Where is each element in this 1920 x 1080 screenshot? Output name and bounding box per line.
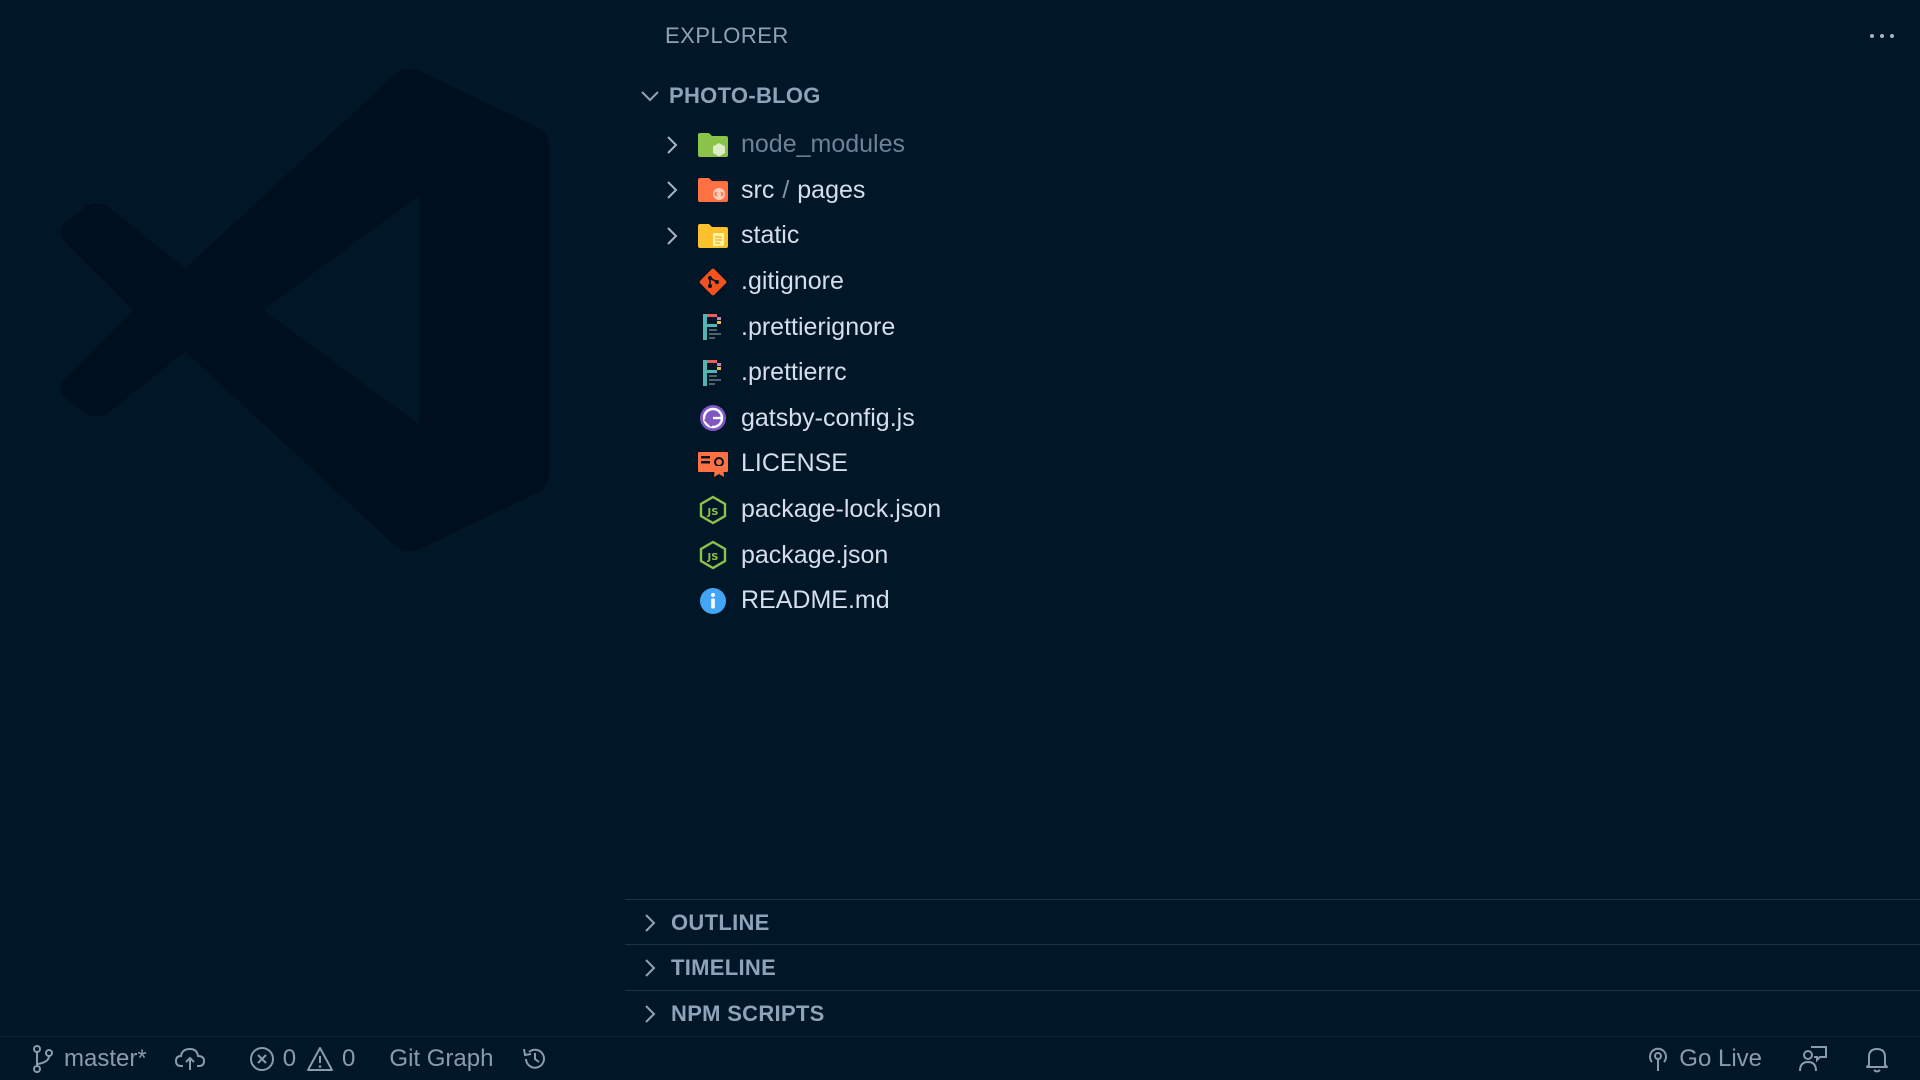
tree-item-readme[interactable]: README.md bbox=[625, 578, 1525, 624]
chevron-right-icon bbox=[657, 175, 687, 205]
tree-item-prettierignore[interactable]: .prettierignore bbox=[625, 304, 1525, 350]
outline-section-header[interactable]: OUTLINE bbox=[625, 899, 1920, 945]
chevron-right-icon bbox=[635, 908, 665, 938]
chevron-right-icon bbox=[657, 130, 687, 160]
tree-item-label: README.md bbox=[741, 586, 890, 615]
tree-item-label: .prettierignore bbox=[741, 312, 896, 341]
svg-text:JS: JS bbox=[707, 507, 719, 518]
timeline-section-header[interactable]: TIMELINE bbox=[625, 944, 1920, 990]
chevron-down-icon bbox=[635, 81, 665, 111]
timeline-section-label: TIMELINE bbox=[671, 954, 777, 980]
npm-scripts-section-label: NPM SCRIPTS bbox=[671, 1000, 825, 1026]
cloud-upload-icon bbox=[174, 1047, 205, 1070]
tree-item-label: gatsby-config.js bbox=[741, 403, 915, 432]
info-icon bbox=[697, 585, 729, 617]
git-icon bbox=[697, 266, 729, 298]
tree-item-label: src / pages bbox=[741, 176, 865, 205]
workspace-root-folder[interactable]: PHOTO-BLOG bbox=[635, 78, 1235, 114]
src-folder-icon bbox=[697, 174, 729, 206]
chevron-right-icon bbox=[657, 221, 687, 251]
chevron-right-icon bbox=[635, 999, 665, 1029]
sync-button[interactable] bbox=[161, 1037, 219, 1080]
tree-item-package-json[interactable]: JS package.json bbox=[625, 532, 1525, 578]
error-circle-icon bbox=[249, 1047, 274, 1071]
status-bar-right: Go Live bbox=[1631, 1037, 1920, 1080]
feedback-person-icon bbox=[1799, 1046, 1827, 1072]
tree-item-label: package-lock.json bbox=[741, 495, 942, 524]
feedback-button[interactable] bbox=[1776, 1037, 1842, 1080]
svg-text:JS: JS bbox=[707, 552, 719, 563]
nodejs-icon: JS bbox=[697, 539, 729, 571]
editor-empty-area bbox=[0, 0, 625, 1036]
history-icon bbox=[523, 1048, 546, 1069]
chevron-right-icon bbox=[635, 953, 665, 983]
static-folder-icon bbox=[697, 220, 729, 252]
history-button[interactable] bbox=[507, 1037, 563, 1080]
status-bar-left: master* 0 0 Git Graph bbox=[0, 1037, 563, 1080]
bell-icon bbox=[1866, 1048, 1888, 1073]
git-graph-button[interactable]: Git Graph bbox=[369, 1037, 507, 1080]
tree-item-prettierrc[interactable]: .prettierrc bbox=[625, 350, 1525, 396]
status-bar: master* 0 0 Git Graph Go Live bbox=[0, 1036, 1920, 1080]
folder-name-src: src bbox=[741, 175, 775, 204]
npm-scripts-section-header[interactable]: NPM SCRIPTS bbox=[625, 990, 1920, 1036]
vscode-logo-watermark-icon bbox=[60, 69, 550, 551]
tree-item-gitignore[interactable]: .gitignore bbox=[625, 259, 1525, 305]
more-actions-icon[interactable] bbox=[1862, 20, 1902, 52]
tree-item-license[interactable]: LICENSE bbox=[625, 441, 1525, 487]
tree-item-label: .prettierrc bbox=[741, 358, 847, 387]
tree-item-package-lock[interactable]: JS package-lock.json bbox=[625, 487, 1525, 533]
prettier-icon bbox=[697, 357, 729, 389]
license-icon bbox=[697, 448, 729, 480]
file-tree: node_modules src / pages static .gitigno… bbox=[625, 122, 1525, 624]
go-live-button[interactable]: Go Live bbox=[1631, 1037, 1776, 1080]
broadcast-icon bbox=[1649, 1047, 1668, 1071]
git-branch-label: master* bbox=[64, 1045, 147, 1072]
warning-triangle-icon bbox=[307, 1047, 334, 1071]
error-count: 0 bbox=[282, 1045, 297, 1072]
tree-item-src-pages[interactable]: src / pages bbox=[625, 168, 1525, 214]
workspace-root-label: PHOTO-BLOG bbox=[669, 83, 821, 108]
git-graph-label: Git Graph bbox=[389, 1045, 494, 1072]
problems-button[interactable]: 0 0 bbox=[219, 1037, 370, 1080]
explorer-header: EXPLORER bbox=[665, 20, 1920, 52]
git-branch-icon bbox=[33, 1045, 53, 1073]
tree-item-label: LICENSE bbox=[741, 449, 848, 478]
go-live-label: Go Live bbox=[1679, 1045, 1762, 1072]
prettier-icon bbox=[697, 311, 729, 343]
tree-item-label: node_modules bbox=[741, 130, 906, 159]
tree-item-label: static bbox=[741, 221, 800, 250]
warning-count: 0 bbox=[342, 1045, 356, 1072]
explorer-panel: EXPLORER PHOTO-BLOG node_modules src / p… bbox=[625, 0, 1920, 1036]
outline-section-label: OUTLINE bbox=[671, 909, 770, 935]
nodejs-icon: JS bbox=[697, 494, 729, 526]
notifications-button[interactable] bbox=[1842, 1037, 1920, 1080]
explorer-title: EXPLORER bbox=[665, 23, 789, 48]
gatsby-icon bbox=[697, 402, 729, 434]
vscode-window: EXPLORER PHOTO-BLOG node_modules src / p… bbox=[0, 0, 1920, 1080]
tree-item-gatsby-config[interactable]: gatsby-config.js bbox=[625, 396, 1525, 442]
git-branch-button[interactable]: master* bbox=[0, 1037, 161, 1080]
tree-item-label: .gitignore bbox=[741, 267, 844, 296]
path-separator: / bbox=[782, 175, 790, 204]
tree-item-label: package.json bbox=[741, 540, 889, 569]
tree-item-node-modules[interactable]: node_modules bbox=[625, 122, 1525, 168]
folder-name-pages: pages bbox=[797, 175, 866, 204]
tree-item-static[interactable]: static bbox=[625, 213, 1525, 259]
node-folder-icon bbox=[697, 129, 729, 161]
